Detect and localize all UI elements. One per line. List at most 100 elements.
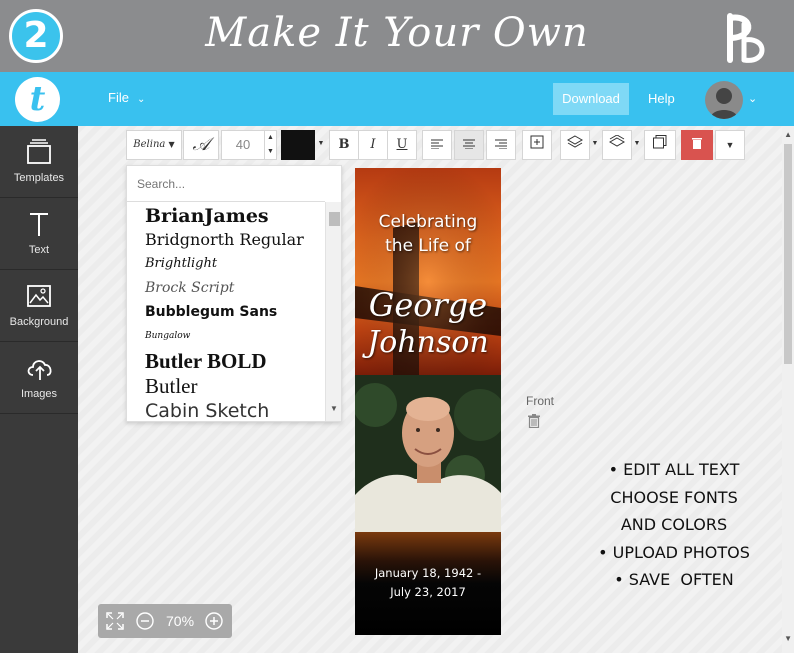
layer-backward-button[interactable] — [602, 130, 632, 160]
caret-down-icon[interactable]: ▼ — [632, 130, 642, 160]
sidebar: Templates Text Background Images — [0, 126, 78, 653]
sidebar-item-text[interactable]: Text — [0, 198, 78, 270]
sidebar-item-label: Images — [20, 388, 58, 400]
font-size-input[interactable]: 40 — [221, 130, 265, 160]
trash-icon — [692, 138, 702, 149]
font-family-value: Belina — [133, 139, 166, 150]
font-option[interactable]: Butler BOLD — [127, 348, 325, 374]
color-caret-down-icon[interactable]: ▼ — [315, 130, 327, 160]
background-icon — [27, 285, 51, 307]
zoom-in-icon[interactable] — [205, 612, 223, 630]
download-button[interactable]: Download — [553, 83, 629, 115]
copy-icon — [653, 135, 667, 149]
promo-line: CHOOSE FONTS — [610, 487, 738, 507]
add-box-icon — [530, 135, 544, 149]
scroll-thumb[interactable] — [329, 212, 340, 226]
upload-cloud-icon — [27, 360, 52, 380]
font-size-value: 40 — [235, 137, 251, 152]
help-link[interactable]: Help — [648, 91, 675, 106]
scroll-thumb[interactable] — [784, 144, 792, 364]
pb-monogram-logo — [727, 13, 765, 63]
bold-button[interactable]: B — [329, 130, 359, 160]
date-line-1[interactable]: January 18, 1942 - — [355, 566, 501, 580]
text-color-swatch[interactable] — [281, 130, 315, 160]
banner: 2 Make It Your Own — [0, 0, 794, 72]
promo-text: • EDIT ALL TEXT CHOOSE FONTS AND COLORS … — [584, 456, 764, 594]
celebrating-text[interactable]: Celebrating — [355, 212, 501, 232]
underline-button[interactable]: U — [387, 130, 417, 160]
layer-forward-button[interactable] — [560, 130, 590, 160]
promo-line: • UPLOAD PHOTOS — [598, 542, 750, 562]
font-list-scrollbar[interactable]: ▼ — [325, 202, 341, 421]
sidebar-item-templates[interactable]: Templates — [0, 126, 78, 198]
dusk-background: January 18, 1942 - July 23, 2017 — [355, 532, 501, 635]
chevron-down-icon[interactable]: ⌄ — [748, 92, 757, 105]
portrait-photo[interactable] — [355, 375, 501, 532]
italic-button[interactable]: I — [358, 130, 388, 160]
file-menu[interactable]: File ⌄ — [108, 90, 145, 105]
caret-down-icon[interactable]: ▼ — [590, 130, 600, 160]
duplicate-button[interactable] — [644, 130, 676, 160]
font-search-input[interactable] — [127, 166, 325, 202]
delete-button[interactable] — [681, 130, 713, 160]
promo-line: • EDIT ALL TEXT — [608, 460, 740, 479]
font-option[interactable]: BrianJames — [127, 204, 325, 228]
align-left-button[interactable] — [422, 130, 452, 160]
date-line-2[interactable]: July 23, 2017 — [355, 585, 501, 599]
app-logo[interactable]: t — [15, 77, 60, 122]
chevron-down-icon: ⌄ — [136, 94, 146, 105]
sidebar-item-label: Templates — [13, 172, 65, 184]
sidebar-item-label: Background — [9, 316, 69, 328]
font-size-stepper[interactable]: ▲ ▼ — [265, 130, 277, 160]
sunset-background: Celebrating the Life of George Johnson — [355, 168, 501, 375]
promo-line: • SAVE OFTEN — [614, 570, 734, 589]
font-option[interactable]: Bubblegum Sans — [127, 300, 325, 324]
scroll-up-arrow-icon[interactable]: ▲ — [784, 130, 792, 139]
zoom-level: 70% — [166, 613, 195, 629]
sidebar-item-label: Text — [28, 244, 50, 256]
sidebar-item-background[interactable]: Background — [0, 270, 78, 342]
promo-line: AND COLORS — [620, 515, 728, 534]
text-icon — [30, 213, 48, 236]
user-silhouette-icon — [710, 88, 738, 119]
add-element-button[interactable] — [522, 130, 552, 160]
align-center-button[interactable] — [454, 130, 484, 160]
fit-screen-icon[interactable] — [106, 612, 124, 630]
caret-down-icon: ▼ — [168, 140, 175, 149]
font-style-button[interactable]: 𝒜 — [183, 130, 219, 160]
font-option[interactable]: Bungalow — [127, 324, 325, 348]
portrait-image — [355, 375, 501, 532]
bookmark-card[interactable]: Celebrating the Life of George Johnson J… — [355, 168, 501, 635]
scroll-down-arrow-icon[interactable]: ▼ — [784, 634, 792, 643]
zoom-out-icon[interactable] — [136, 612, 154, 630]
last-name-text[interactable]: Johnson — [355, 325, 501, 360]
font-option[interactable]: Brightlight — [127, 252, 325, 276]
align-left-icon — [431, 139, 443, 150]
font-family-select[interactable]: Belina ▼ — [126, 130, 182, 160]
stepper-up-icon[interactable]: ▲ — [267, 134, 274, 141]
first-name-text[interactable]: George — [355, 286, 501, 324]
avatar[interactable] — [705, 81, 743, 119]
align-right-button[interactable] — [486, 130, 516, 160]
file-menu-label: File — [108, 90, 129, 105]
more-options-button[interactable]: ▼ — [715, 130, 745, 160]
sidebar-item-images[interactable]: Images — [0, 342, 78, 414]
font-list: BrianJames Bridgnorth Regular Brightligh… — [127, 202, 325, 421]
layers-up-icon — [566, 135, 584, 148]
layers-down-icon — [608, 134, 626, 147]
font-option[interactable]: Bridgnorth Regular — [127, 228, 325, 252]
scroll-down-arrow-icon[interactable]: ▼ — [330, 404, 338, 413]
app-header: t File ⌄ Download Help ⌄ — [0, 72, 794, 126]
font-dropdown: BrianJames Bridgnorth Regular Brightligh… — [126, 165, 342, 422]
font-option[interactable]: Cabin Sketch — [127, 399, 325, 421]
align-right-icon — [495, 139, 507, 150]
workspace-scrollbar[interactable]: ▲ ▼ — [782, 126, 794, 653]
stepper-down-icon[interactable]: ▼ — [267, 148, 274, 155]
trash-icon[interactable] — [528, 414, 540, 428]
zoom-controls: 70% — [98, 604, 232, 638]
font-option[interactable]: Butler — [127, 374, 325, 399]
caret-down-icon: ▼ — [725, 140, 735, 150]
font-option[interactable]: Brock Script — [127, 276, 325, 300]
life-of-text[interactable]: the Life of — [355, 236, 501, 256]
script-a-icon: 𝒜 — [192, 134, 210, 155]
